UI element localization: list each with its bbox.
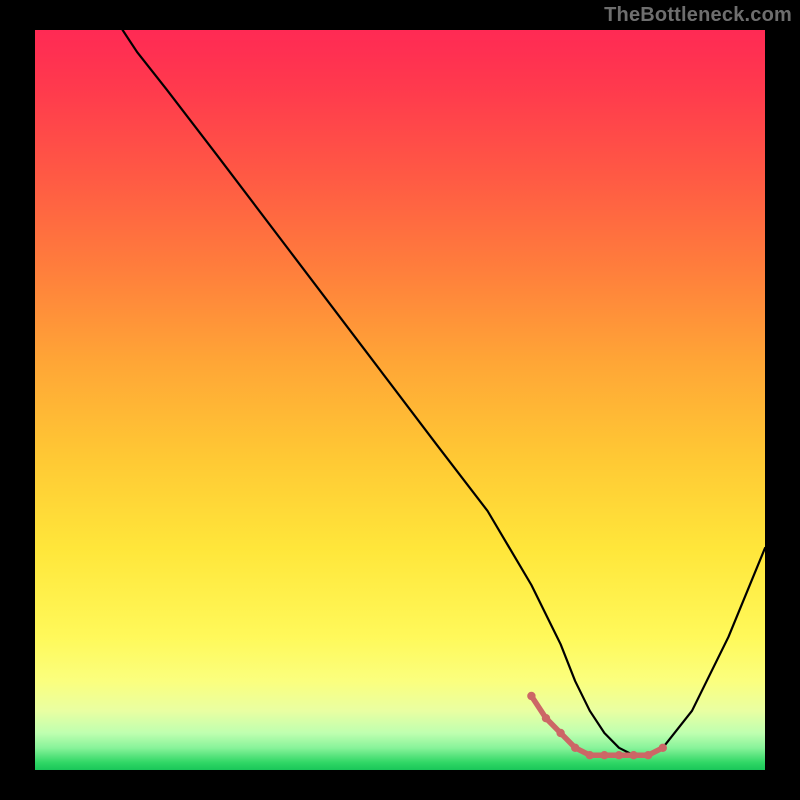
optimal-zone-dot [600, 751, 608, 759]
optimal-zone-dot [629, 751, 637, 759]
chart-frame: TheBottleneck.com [0, 0, 800, 800]
chart-overlay [35, 30, 765, 770]
optimal-zone-dot [659, 744, 667, 752]
plot-area [35, 30, 765, 770]
attribution-text: TheBottleneck.com [604, 4, 792, 27]
optimal-zone-dot [527, 692, 535, 700]
optimal-zone-dot [556, 729, 564, 737]
bottleneck-curve [123, 30, 765, 755]
optimal-zone-dot [615, 751, 623, 759]
optimal-zone-dot [586, 751, 594, 759]
optimal-zone-line [531, 696, 662, 755]
optimal-zone-markers [527, 692, 667, 760]
optimal-zone-dot [644, 751, 652, 759]
optimal-zone-dot [571, 744, 579, 752]
optimal-zone-dot [542, 714, 550, 722]
